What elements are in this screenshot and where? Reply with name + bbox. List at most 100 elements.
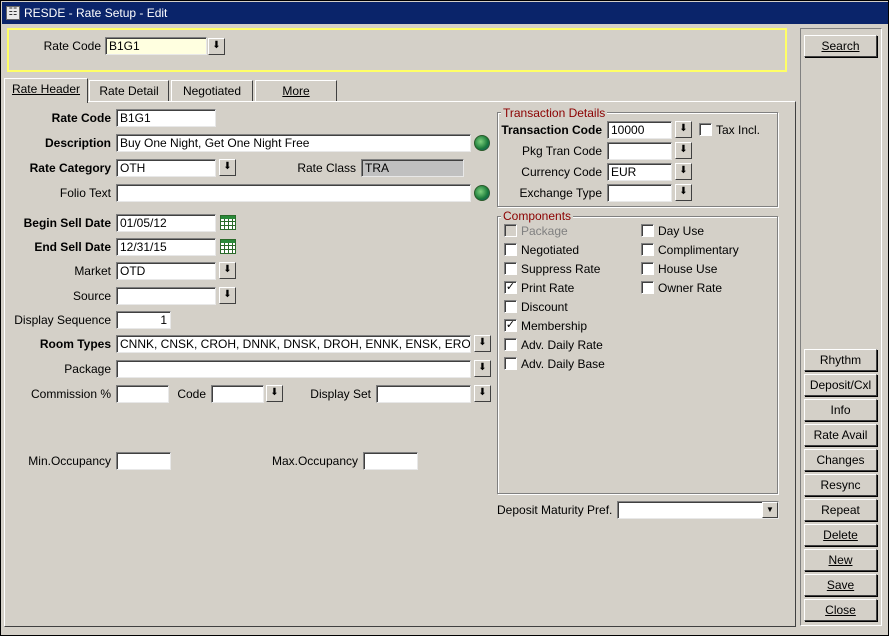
- display-set-dropdown-icon[interactable]: [474, 385, 491, 402]
- tab-rate-detail[interactable]: Rate Detail: [89, 80, 169, 102]
- membership-checkbox[interactable]: ✓: [504, 319, 517, 332]
- resync-button[interactable]: Resync: [804, 474, 877, 496]
- market-dropdown-icon[interactable]: [219, 262, 236, 279]
- application-icon[interactable]: ☷: [6, 6, 20, 20]
- complimentary-checkbox[interactable]: [641, 243, 654, 256]
- search-button[interactable]: Search: [804, 35, 877, 57]
- exchange-type-input[interactable]: [607, 184, 672, 202]
- room-types-dropdown-icon[interactable]: [474, 335, 491, 352]
- calendar-icon[interactable]: [220, 239, 236, 254]
- search-rate-code-input[interactable]: B1G1: [105, 37, 207, 55]
- tab-negotiated[interactable]: Negotiated: [171, 80, 253, 102]
- folio-text-input[interactable]: [116, 184, 471, 202]
- tab-rate-header[interactable]: Rate Header: [4, 78, 88, 103]
- tax-incl-checkbox[interactable]: [699, 123, 712, 136]
- info-button[interactable]: Info: [804, 399, 877, 421]
- pkg-tran-code-dropdown-icon[interactable]: [675, 142, 692, 159]
- print-rate-checkbox[interactable]: ✓: [504, 281, 517, 294]
- deposit-cxl-button[interactable]: Deposit/Cxl: [804, 374, 877, 396]
- repeat-button[interactable]: Repeat: [804, 499, 877, 521]
- currency-code-dropdown-icon[interactable]: [675, 163, 692, 180]
- rate-class-label: Rate Class: [297, 161, 356, 175]
- currency-code-label: Currency Code: [521, 165, 602, 179]
- room-types-input[interactable]: CNNK, CNSK, CROH, DNNK, DNSK, DROH, ENNK…: [116, 335, 471, 353]
- owner-rate-checkbox[interactable]: [641, 281, 654, 294]
- commission-label: Commission %: [30, 387, 111, 401]
- negotiated-checkbox[interactable]: [504, 243, 517, 256]
- market-label: Market: [74, 264, 111, 278]
- title-bar: ☷ RESDE - Rate Setup - Edit: [2, 2, 888, 24]
- new-button[interactable]: New: [804, 549, 877, 571]
- calendar-icon[interactable]: [220, 215, 236, 230]
- discount-label: Discount: [521, 300, 568, 314]
- room-types-label: Room Types: [39, 337, 111, 351]
- source-input[interactable]: [116, 287, 216, 305]
- rate-setup-window: ☷ RESDE - Rate Setup - Edit Rate Code B1…: [0, 0, 889, 636]
- delete-button[interactable]: Delete: [804, 524, 877, 546]
- package-component-label: Package: [521, 224, 568, 238]
- house-use-checkbox[interactable]: [641, 262, 654, 275]
- membership-label: Membership: [521, 319, 588, 333]
- code-label: Code: [177, 387, 206, 401]
- negotiated-component-label: Negotiated: [521, 243, 580, 257]
- currency-code-input[interactable]: EUR: [607, 163, 672, 181]
- transaction-code-label: Transaction Code: [501, 123, 602, 137]
- code-input[interactable]: [211, 385, 264, 403]
- rate-avail-button[interactable]: Rate Avail: [804, 424, 877, 446]
- rate-class-field: TRA: [361, 159, 464, 177]
- tab-more[interactable]: More: [255, 80, 337, 102]
- discount-checkbox[interactable]: [504, 300, 517, 313]
- display-sequence-label: Display Sequence: [14, 313, 111, 327]
- changes-button[interactable]: Changes: [804, 449, 877, 471]
- transaction-code-input[interactable]: 10000: [607, 121, 672, 139]
- save-button[interactable]: Save: [804, 574, 877, 596]
- exchange-type-dropdown-icon[interactable]: [675, 184, 692, 201]
- begin-sell-date-label: Begin Sell Date: [23, 216, 111, 230]
- begin-sell-date-input[interactable]: 01/05/12: [116, 214, 216, 232]
- folio-text-label: Folio Text: [59, 186, 111, 200]
- tax-incl-label: Tax Incl.: [716, 123, 761, 137]
- rate-category-label: Rate Category: [29, 161, 111, 175]
- max-occupancy-input[interactable]: [363, 452, 418, 470]
- min-occupancy-label: Min.Occupancy: [28, 454, 111, 468]
- source-dropdown-icon[interactable]: [219, 287, 236, 304]
- exchange-type-label: Exchange Type: [519, 186, 602, 200]
- rate-code-input[interactable]: B1G1: [116, 109, 216, 127]
- deposit-maturity-select[interactable]: [617, 501, 779, 519]
- description-input[interactable]: Buy One Night, Get One Night Free: [116, 134, 471, 152]
- display-sequence-input[interactable]: 1: [116, 311, 171, 329]
- package-dropdown-icon[interactable]: [474, 360, 491, 377]
- day-use-checkbox[interactable]: [641, 224, 654, 237]
- transaction-details-title: Transaction Details: [501, 106, 608, 120]
- rate-category-dropdown-icon[interactable]: [219, 159, 236, 176]
- end-sell-date-input[interactable]: 12/31/15: [116, 238, 216, 256]
- market-input[interactable]: OTD: [116, 262, 216, 280]
- suppress-rate-label: Suppress Rate: [521, 262, 601, 276]
- globe-icon[interactable]: [474, 135, 490, 151]
- code-dropdown-icon[interactable]: [266, 385, 283, 402]
- transaction-code-dropdown-icon[interactable]: [675, 121, 692, 138]
- deposit-maturity-dropdown-icon[interactable]: ▼: [762, 502, 778, 518]
- package-input[interactable]: [116, 360, 471, 378]
- adv-daily-base-label: Adv. Daily Base: [521, 357, 605, 371]
- rate-category-input[interactable]: OTH: [116, 159, 216, 177]
- day-use-label: Day Use: [658, 224, 705, 238]
- house-use-label: House Use: [658, 262, 718, 276]
- adv-daily-rate-label: Adv. Daily Rate: [521, 338, 603, 352]
- package-checkbox: [504, 224, 517, 237]
- pkg-tran-code-input[interactable]: [607, 142, 672, 160]
- deposit-maturity-label: Deposit Maturity Pref.: [497, 503, 613, 517]
- adv-daily-rate-checkbox[interactable]: [504, 338, 517, 351]
- window-title: RESDE - Rate Setup - Edit: [24, 6, 168, 20]
- search-rate-code-dropdown-icon[interactable]: [208, 38, 225, 55]
- commission-input[interactable]: [116, 385, 169, 403]
- print-rate-label: Print Rate: [521, 281, 575, 295]
- suppress-rate-checkbox[interactable]: [504, 262, 517, 275]
- adv-daily-base-checkbox[interactable]: [504, 357, 517, 370]
- display-set-input[interactable]: [376, 385, 471, 403]
- end-sell-date-label: End Sell Date: [34, 240, 111, 254]
- min-occupancy-input[interactable]: [116, 452, 171, 470]
- rhythm-button[interactable]: Rhythm: [804, 349, 877, 371]
- close-button[interactable]: Close: [804, 599, 877, 621]
- globe-icon[interactable]: [474, 185, 490, 201]
